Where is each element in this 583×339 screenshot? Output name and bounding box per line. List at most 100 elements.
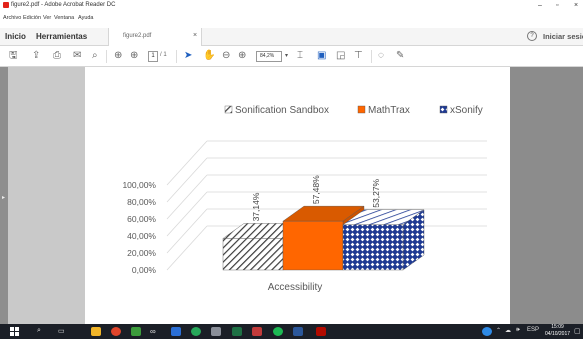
bar-xsonify	[342, 209, 425, 271]
comment-icon[interactable]: ◌	[378, 50, 384, 62]
signin-button[interactable]: Iniciar sesión	[543, 32, 583, 41]
chrome-icon[interactable]	[111, 327, 121, 336]
y-tick-label: 0,00%	[132, 265, 157, 275]
clock[interactable]: 15:09 04/10/2017	[545, 324, 570, 338]
zoom-dropdown-icon[interactable]: ▾	[285, 52, 288, 59]
close-icon[interactable]: ×	[574, 2, 578, 9]
app-icon[interactable]	[252, 327, 262, 336]
page-up-icon[interactable]: ⊕	[114, 50, 122, 62]
hand-icon[interactable]: ✋	[203, 50, 215, 62]
y-tick-label: 40,00%	[127, 231, 156, 241]
fullscreen-icon[interactable]: ◲	[336, 50, 345, 62]
tab-document-label: figure2.pdf	[123, 33, 152, 39]
mail-icon[interactable]: ✉	[73, 50, 81, 62]
windows-start-icon[interactable]	[10, 327, 20, 336]
legend-label: Sonification Sandbox	[235, 105, 329, 116]
language-indicator[interactable]: ESP	[527, 327, 539, 333]
zoom-input[interactable]: 84,2%	[256, 51, 282, 62]
spotify-icon[interactable]	[273, 327, 283, 336]
app-icon[interactable]	[191, 327, 201, 336]
upload-icon[interactable]: ⇪	[32, 50, 40, 62]
menu-edicion[interactable]: Edición	[23, 15, 41, 21]
legend-item-mathtrax: MathTrax	[357, 105, 410, 116]
network-icon[interactable]: ☁	[505, 327, 511, 334]
select-pointer-icon[interactable]: ➤	[184, 50, 192, 62]
legend-item-sonification-sandbox: Sonification Sandbox	[224, 105, 329, 116]
expand-arrow-icon[interactable]: ▸	[2, 194, 5, 201]
help-icon[interactable]: ?	[527, 31, 537, 41]
app-icon[interactable]	[171, 327, 181, 336]
window-title: figure2.pdf - Adobe Acrobat Reader DC	[11, 2, 116, 8]
minimize-icon[interactable]: –	[538, 2, 542, 9]
data-label: 37,14%	[251, 192, 261, 221]
page-number-input[interactable]: 1	[148, 51, 158, 62]
save-icon[interactable]: 🖫	[9, 50, 18, 62]
toolbar-separator	[371, 50, 372, 63]
volume-icon[interactable]: 🕪	[516, 327, 520, 334]
page-count: / 1	[160, 52, 167, 58]
acrobat-taskbar-icon[interactable]	[316, 327, 326, 336]
bar-front	[342, 224, 404, 271]
infinity-icon[interactable]: ∞	[150, 327, 156, 336]
left-panel-handle[interactable]: ▸	[0, 67, 8, 324]
gridline	[166, 208, 208, 254]
viewer-margin-right	[510, 67, 583, 324]
tab-home[interactable]: Inicio	[5, 32, 26, 41]
legend-label: xSonify	[450, 105, 483, 116]
legend-swatch	[357, 105, 366, 114]
viewer-margin-left	[0, 67, 85, 324]
excel-icon[interactable]	[232, 327, 242, 336]
menu-ventana[interactable]: Ventana	[54, 15, 74, 21]
gridline	[166, 157, 208, 203]
tab-tools[interactable]: Herramientas	[36, 32, 87, 41]
menu-archivo[interactable]: Archivo	[3, 15, 21, 21]
app-tray-icon[interactable]	[482, 327, 492, 336]
menu-ver[interactable]: Ver	[43, 15, 51, 21]
zoom-in-icon[interactable]: ⊕	[238, 50, 246, 62]
fit-page-icon[interactable]: ⌶	[297, 50, 303, 62]
notification-icon[interactable]: ▢	[574, 327, 581, 335]
task-view-icon[interactable]: ▭	[58, 327, 65, 335]
page-down-icon[interactable]: ⊕	[130, 50, 138, 62]
search-icon[interactable]: ⌕	[37, 327, 41, 335]
document-viewer[interactable]: ▸ Sonification Sandbox MathTrax xSonify	[0, 67, 583, 324]
bar-chart: Sonification Sandbox MathTrax xSonify 0,00…	[122, 105, 487, 293]
word-icon[interactable]	[293, 327, 303, 336]
legend-swatch	[224, 105, 233, 114]
app-icon[interactable]	[211, 327, 221, 336]
toolbar-separator	[176, 50, 177, 63]
pen-icon[interactable]: ✎	[396, 50, 404, 62]
y-tick-label: 20,00%	[127, 248, 156, 258]
menu-ayuda[interactable]: Ayuda	[78, 15, 94, 21]
y-tick-label: 100,00%	[122, 180, 156, 190]
data-label: 53,27%	[371, 178, 381, 207]
scroll-mode-icon[interactable]: ▣	[317, 50, 326, 62]
legend-item-xsonify: xSonify	[439, 105, 483, 116]
toolbar: 🖫 ⇪ ⎙ ✉ ⌕ ⊕ ⊕ 1 / 1 ➤ ✋ ⊖ ⊕ 84,2% ▾ ⌶ ▣ …	[0, 46, 583, 67]
tab-document[interactable]: figure2.pdf ×	[108, 28, 202, 46]
bar-front	[222, 238, 284, 271]
legend-swatch	[439, 105, 448, 114]
tab-close-icon[interactable]: ×	[193, 32, 197, 39]
toolbar-separator	[106, 50, 107, 63]
zoom-out-icon[interactable]: ⊖	[222, 50, 230, 62]
bar-front	[282, 220, 344, 271]
app-icon[interactable]	[131, 327, 141, 336]
taskbar: ⌕ ▭ ∞ ⌃ ☁ 🕪 ESP 15:09 04/10/2017 ▢	[0, 324, 583, 339]
print-icon[interactable]: ⎙	[53, 50, 61, 62]
legend-label: MathTrax	[368, 105, 410, 116]
search-icon[interactable]: ⌕	[92, 50, 98, 62]
tray-expand-icon[interactable]: ⌃	[496, 327, 501, 334]
acrobat-icon	[3, 2, 9, 8]
gridline	[166, 140, 208, 186]
data-label: 57,48%	[311, 175, 321, 204]
read-mode-icon[interactable]: ⊤	[354, 50, 363, 62]
file-explorer-icon[interactable]	[91, 327, 101, 336]
y-tick-label: 60,00%	[127, 214, 156, 224]
title-bar: figure2.pdf - Adobe Acrobat Reader DC – …	[0, 0, 583, 14]
x-category-label: Accessibility	[268, 282, 322, 293]
maximize-icon[interactable]: ▫	[556, 2, 558, 9]
pdf-page: Sonification Sandbox MathTrax xSonify 0,00…	[85, 67, 510, 324]
clock-time: 15:09	[551, 324, 564, 330]
gridline	[166, 191, 208, 237]
